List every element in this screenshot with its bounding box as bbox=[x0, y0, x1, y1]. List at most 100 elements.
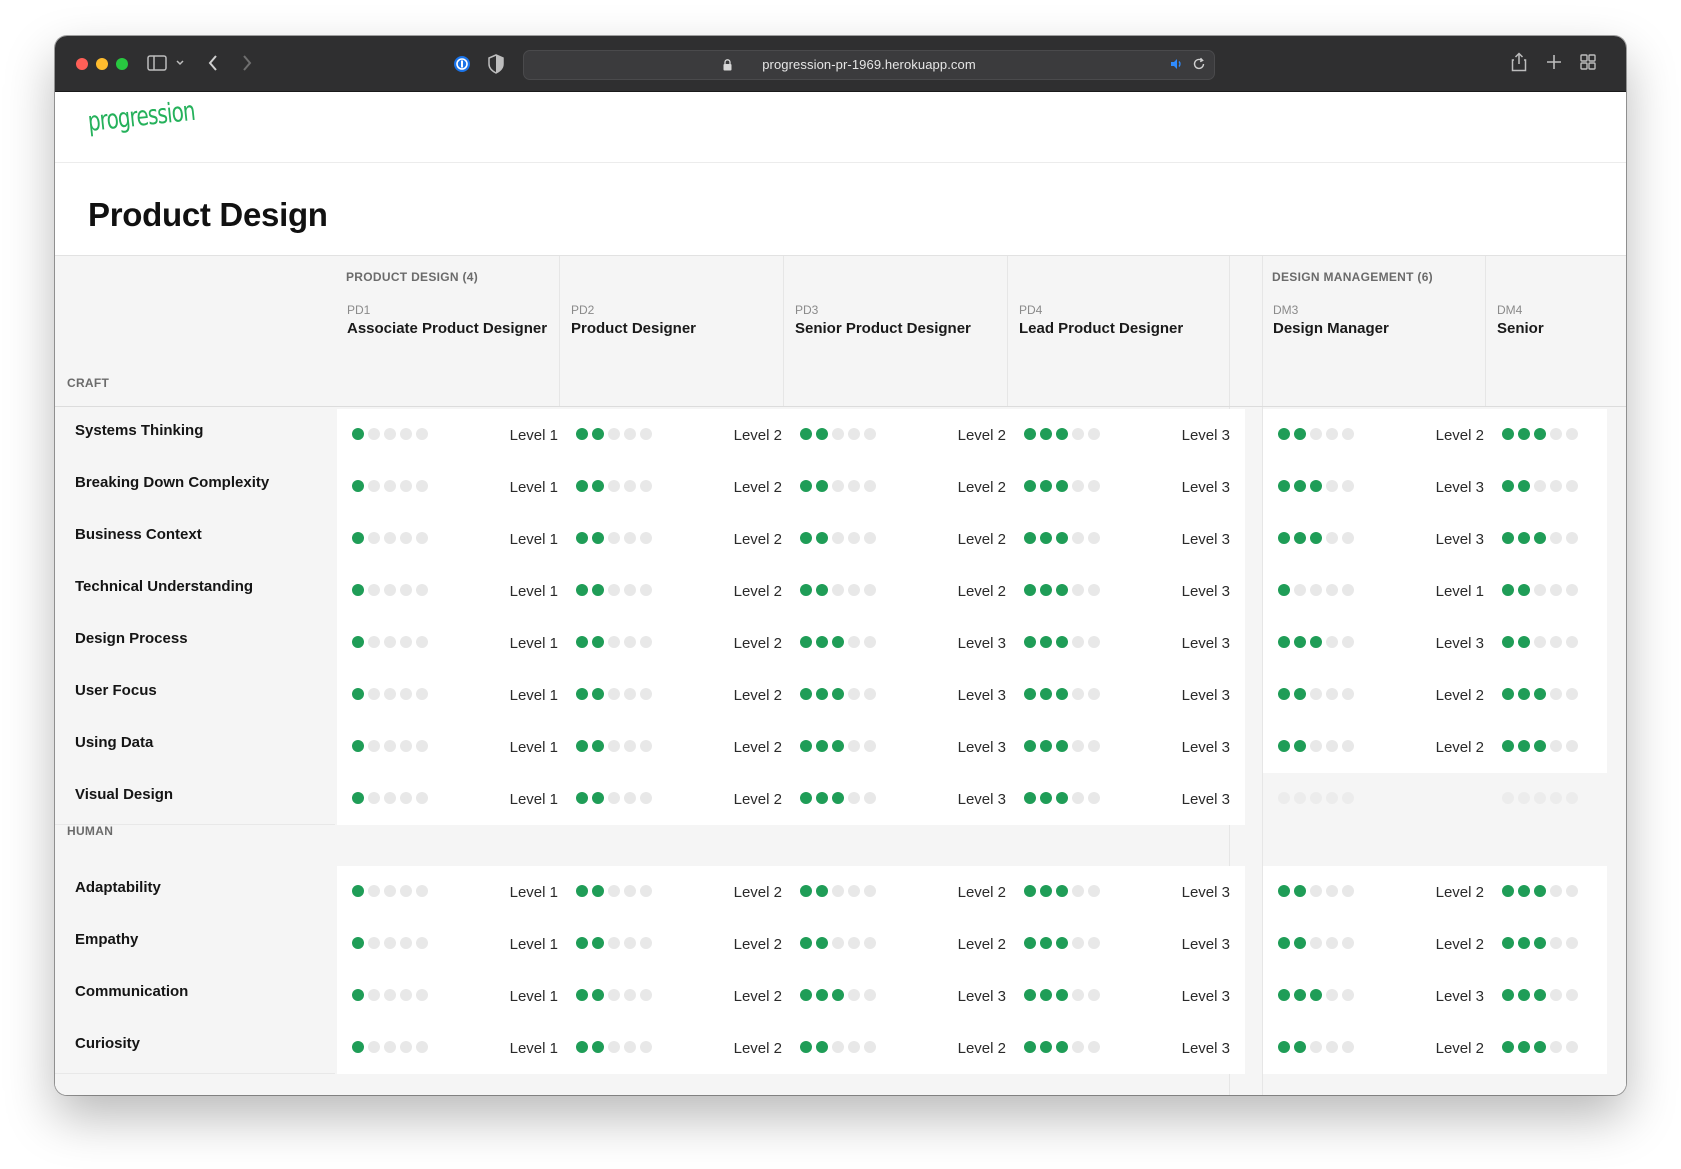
skill-level-cell[interactable]: Level 2 bbox=[785, 461, 1021, 513]
privacy-shield-icon[interactable] bbox=[487, 54, 505, 74]
skill-level-cell[interactable]: Level 2 bbox=[785, 409, 1021, 461]
skill-level-cell[interactable]: Level 3 bbox=[1009, 1022, 1245, 1074]
skill-level-cell[interactable]: Level 1 bbox=[337, 866, 573, 918]
skill-level-cell[interactable]: Level 3 bbox=[1009, 513, 1245, 565]
skill-level-cell[interactable] bbox=[1487, 918, 1607, 970]
skill-level-cell[interactable]: Level 3 bbox=[785, 669, 1021, 721]
skill-level-cell[interactable]: Level 3 bbox=[1009, 617, 1245, 669]
skill-level-cell[interactable]: Level 2 bbox=[561, 409, 797, 461]
column-title[interactable]: Associate Product Designer bbox=[347, 320, 547, 337]
column-title[interactable]: Product Designer bbox=[571, 320, 696, 337]
skill-level-cell[interactable]: Level 2 bbox=[561, 970, 797, 1022]
skill-level-cell[interactable]: Level 3 bbox=[1009, 918, 1245, 970]
skill-level-cell[interactable]: Level 2 bbox=[561, 565, 797, 617]
skill-level-cell[interactable]: Level 2 bbox=[561, 1022, 797, 1074]
reload-icon[interactable] bbox=[1192, 57, 1206, 76]
skill-level-cell[interactable]: Level 3 bbox=[785, 617, 1021, 669]
skill-level-cell[interactable]: Level 3 bbox=[1009, 409, 1245, 461]
skill-level-cell[interactable]: Level 3 bbox=[785, 773, 1021, 825]
skill-level-cell[interactable] bbox=[1487, 461, 1607, 513]
skill-level-cell[interactable]: Level 2 bbox=[1263, 918, 1499, 970]
skill-level-cell[interactable]: Level 3 bbox=[1009, 461, 1245, 513]
skill-level-cell[interactable]: Level 2 bbox=[785, 866, 1021, 918]
chevron-down-icon[interactable] bbox=[175, 56, 185, 70]
skill-level-cell[interactable]: Level 2 bbox=[785, 513, 1021, 565]
skill-level-cell[interactable]: Level 1 bbox=[337, 970, 573, 1022]
progression-logo[interactable]: progression bbox=[86, 96, 196, 138]
skill-name[interactable]: Design Process bbox=[75, 630, 188, 647]
skill-name[interactable]: Communication bbox=[75, 983, 188, 1000]
skill-level-cell[interactable] bbox=[1487, 409, 1607, 461]
skill-level-cell[interactable] bbox=[1487, 669, 1607, 721]
skill-level-cell[interactable]: Level 3 bbox=[1009, 866, 1245, 918]
zoom-window-button[interactable] bbox=[116, 58, 128, 70]
skill-level-cell[interactable]: Level 1 bbox=[337, 461, 573, 513]
skill-level-cell[interactable] bbox=[1487, 1022, 1607, 1074]
skill-level-cell[interactable]: Level 1 bbox=[337, 1022, 573, 1074]
skill-level-cell[interactable]: Level 3 bbox=[1263, 617, 1499, 669]
skill-name[interactable]: Adaptability bbox=[75, 879, 161, 896]
skill-name[interactable]: Technical Understanding bbox=[75, 578, 253, 595]
skill-level-cell[interactable] bbox=[1487, 565, 1607, 617]
skill-level-cell[interactable]: Level 2 bbox=[561, 513, 797, 565]
share-icon[interactable] bbox=[1511, 52, 1527, 72]
skill-level-cell[interactable]: Level 2 bbox=[561, 669, 797, 721]
skill-level-cell[interactable]: Level 1 bbox=[337, 721, 573, 773]
skill-level-cell[interactable]: Level 2 bbox=[561, 773, 797, 825]
skill-level-cell[interactable] bbox=[1487, 970, 1607, 1022]
skill-level-cell[interactable]: Level 3 bbox=[785, 970, 1021, 1022]
skill-name[interactable]: Visual Design bbox=[75, 786, 173, 803]
skill-level-cell[interactable]: Level 1 bbox=[337, 513, 573, 565]
skill-level-cell[interactable]: Level 2 bbox=[561, 721, 797, 773]
skill-name[interactable]: Using Data bbox=[75, 734, 153, 751]
skill-level-cell[interactable]: Level 1 bbox=[337, 617, 573, 669]
skill-level-cell[interactable] bbox=[1487, 513, 1607, 565]
tab-overview-icon[interactable] bbox=[1580, 54, 1596, 70]
skill-level-cell[interactable]: Level 3 bbox=[785, 721, 1021, 773]
address-bar[interactable]: progression-pr-1969.herokuapp.com bbox=[523, 50, 1215, 80]
skill-level-cell[interactable]: Level 3 bbox=[1263, 970, 1499, 1022]
skill-level-cell[interactable]: Level 3 bbox=[1009, 970, 1245, 1022]
skill-level-cell[interactable] bbox=[1487, 866, 1607, 918]
minimize-window-button[interactable] bbox=[96, 58, 108, 70]
close-window-button[interactable] bbox=[76, 58, 88, 70]
skill-level-cell[interactable]: Level 2 bbox=[1263, 409, 1499, 461]
skill-level-cell[interactable]: Level 2 bbox=[1263, 669, 1499, 721]
skill-level-cell[interactable]: Level 2 bbox=[561, 617, 797, 669]
skill-level-cell[interactable]: Level 3 bbox=[1009, 773, 1245, 825]
skill-level-cell[interactable]: Level 3 bbox=[1009, 721, 1245, 773]
skill-name[interactable]: User Focus bbox=[75, 682, 157, 699]
back-arrow-icon[interactable] bbox=[207, 54, 219, 72]
sidebar-toggle-icon[interactable] bbox=[147, 54, 167, 72]
forward-arrow-icon[interactable] bbox=[241, 54, 253, 72]
skill-level-cell[interactable]: Level 1 bbox=[337, 409, 573, 461]
skill-level-cell[interactable]: Level 3 bbox=[1263, 513, 1499, 565]
new-tab-plus-icon[interactable] bbox=[1546, 54, 1562, 70]
skill-level-cell[interactable]: Level 2 bbox=[1263, 866, 1499, 918]
skill-level-cell[interactable]: Level 3 bbox=[1009, 565, 1245, 617]
column-title[interactable]: Lead Product Designer bbox=[1019, 320, 1183, 337]
skill-name[interactable]: Systems Thinking bbox=[75, 422, 203, 439]
skill-level-cell[interactable] bbox=[1487, 617, 1607, 669]
skill-level-cell[interactable]: Level 2 bbox=[1263, 721, 1499, 773]
skill-name[interactable]: Business Context bbox=[75, 526, 202, 543]
skill-level-cell[interactable]: Level 2 bbox=[785, 565, 1021, 617]
column-title[interactable]: Senior Product Designer bbox=[795, 320, 971, 337]
skill-level-cell[interactable]: Level 1 bbox=[337, 565, 573, 617]
skill-level-cell[interactable]: Level 2 bbox=[785, 918, 1021, 970]
skill-level-cell[interactable]: Level 1 bbox=[337, 669, 573, 721]
skill-level-cell[interactable]: Level 2 bbox=[785, 1022, 1021, 1074]
skill-level-cell[interactable]: Level 2 bbox=[561, 866, 797, 918]
speaker-icon[interactable] bbox=[1170, 57, 1184, 76]
skill-level-cell[interactable]: Level 3 bbox=[1263, 461, 1499, 513]
password-manager-icon[interactable] bbox=[452, 54, 472, 74]
skill-level-cell[interactable]: Level 2 bbox=[1263, 1022, 1499, 1074]
skill-level-cell[interactable]: Level 1 bbox=[337, 773, 573, 825]
skill-level-cell[interactable]: Level 2 bbox=[561, 918, 797, 970]
skill-level-cell[interactable]: Level 1 bbox=[337, 918, 573, 970]
skill-name[interactable]: Breaking Down Complexity bbox=[75, 474, 269, 491]
skill-level-cell[interactable]: Level 2 bbox=[561, 461, 797, 513]
column-title[interactable]: Design Manager bbox=[1273, 320, 1389, 337]
skill-level-cell[interactable] bbox=[1487, 721, 1607, 773]
skill-name[interactable]: Curiosity bbox=[75, 1035, 140, 1052]
